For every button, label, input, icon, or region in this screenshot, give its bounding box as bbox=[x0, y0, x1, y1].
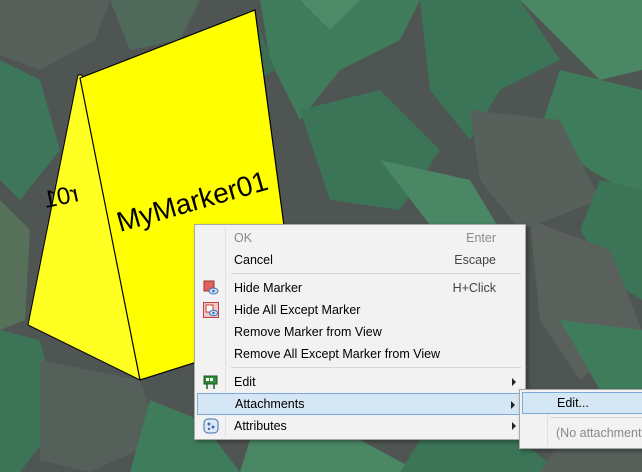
menu-item-label: Edit bbox=[234, 375, 256, 389]
menu-item-label: (No attachments bbox=[556, 426, 642, 440]
context-menu: OK Enter Cancel Escape Hide Marker H+Cli… bbox=[194, 224, 526, 440]
menu-item-label: Attributes bbox=[234, 419, 287, 433]
attachments-submenu: Edit... (No attachments bbox=[519, 389, 642, 449]
menu-item-remove-marker-from-view[interactable]: Remove Marker from View bbox=[197, 321, 523, 343]
menu-item-label: OK bbox=[234, 231, 253, 245]
menu-item-attachments[interactable]: Attachments bbox=[197, 393, 523, 415]
menu-item-label: Attachments bbox=[235, 397, 305, 411]
menu-item-label: Edit... bbox=[557, 396, 589, 410]
menu-separator bbox=[550, 417, 642, 418]
submenu-arrow-icon bbox=[511, 401, 515, 409]
menu-item-label: Hide Marker bbox=[234, 281, 303, 295]
edit-flag-icon bbox=[203, 374, 219, 390]
submenu-item-no-attachments: (No attachments bbox=[522, 422, 642, 444]
submenu-item-edit[interactable]: Edit... bbox=[522, 392, 642, 414]
attributes-icon bbox=[203, 418, 219, 434]
menu-item-shortcut: H+Click bbox=[452, 281, 496, 295]
submenu-arrow-icon bbox=[512, 378, 516, 386]
menu-item-hide-all-except-marker[interactable]: Hide All Except Marker bbox=[197, 299, 523, 321]
menu-item-label: Remove All Except Marker from View bbox=[234, 347, 441, 361]
menu-item-label: Remove Marker from View bbox=[234, 325, 382, 339]
hide-marker-icon bbox=[203, 280, 219, 296]
menu-separator bbox=[231, 273, 521, 274]
hide-all-except-icon bbox=[203, 302, 219, 318]
menu-item-attributes[interactable]: Attributes bbox=[197, 415, 523, 437]
menu-separator bbox=[231, 367, 521, 368]
submenu-arrow-icon bbox=[512, 422, 516, 430]
menu-item-shortcut: Escape bbox=[454, 253, 496, 267]
menu-item-ok[interactable]: OK Enter bbox=[197, 227, 523, 249]
menu-item-remove-all-except-marker[interactable]: Remove All Except Marker from View bbox=[197, 343, 523, 365]
menu-item-edit[interactable]: Edit bbox=[197, 371, 523, 393]
menu-item-label: Cancel bbox=[234, 253, 273, 267]
menu-item-shortcut: Enter bbox=[466, 231, 496, 245]
menu-item-label: Hide All Except Marker bbox=[234, 303, 361, 317]
menu-item-hide-marker[interactable]: Hide Marker H+Click bbox=[197, 277, 523, 299]
menu-item-cancel[interactable]: Cancel Escape bbox=[197, 249, 523, 271]
